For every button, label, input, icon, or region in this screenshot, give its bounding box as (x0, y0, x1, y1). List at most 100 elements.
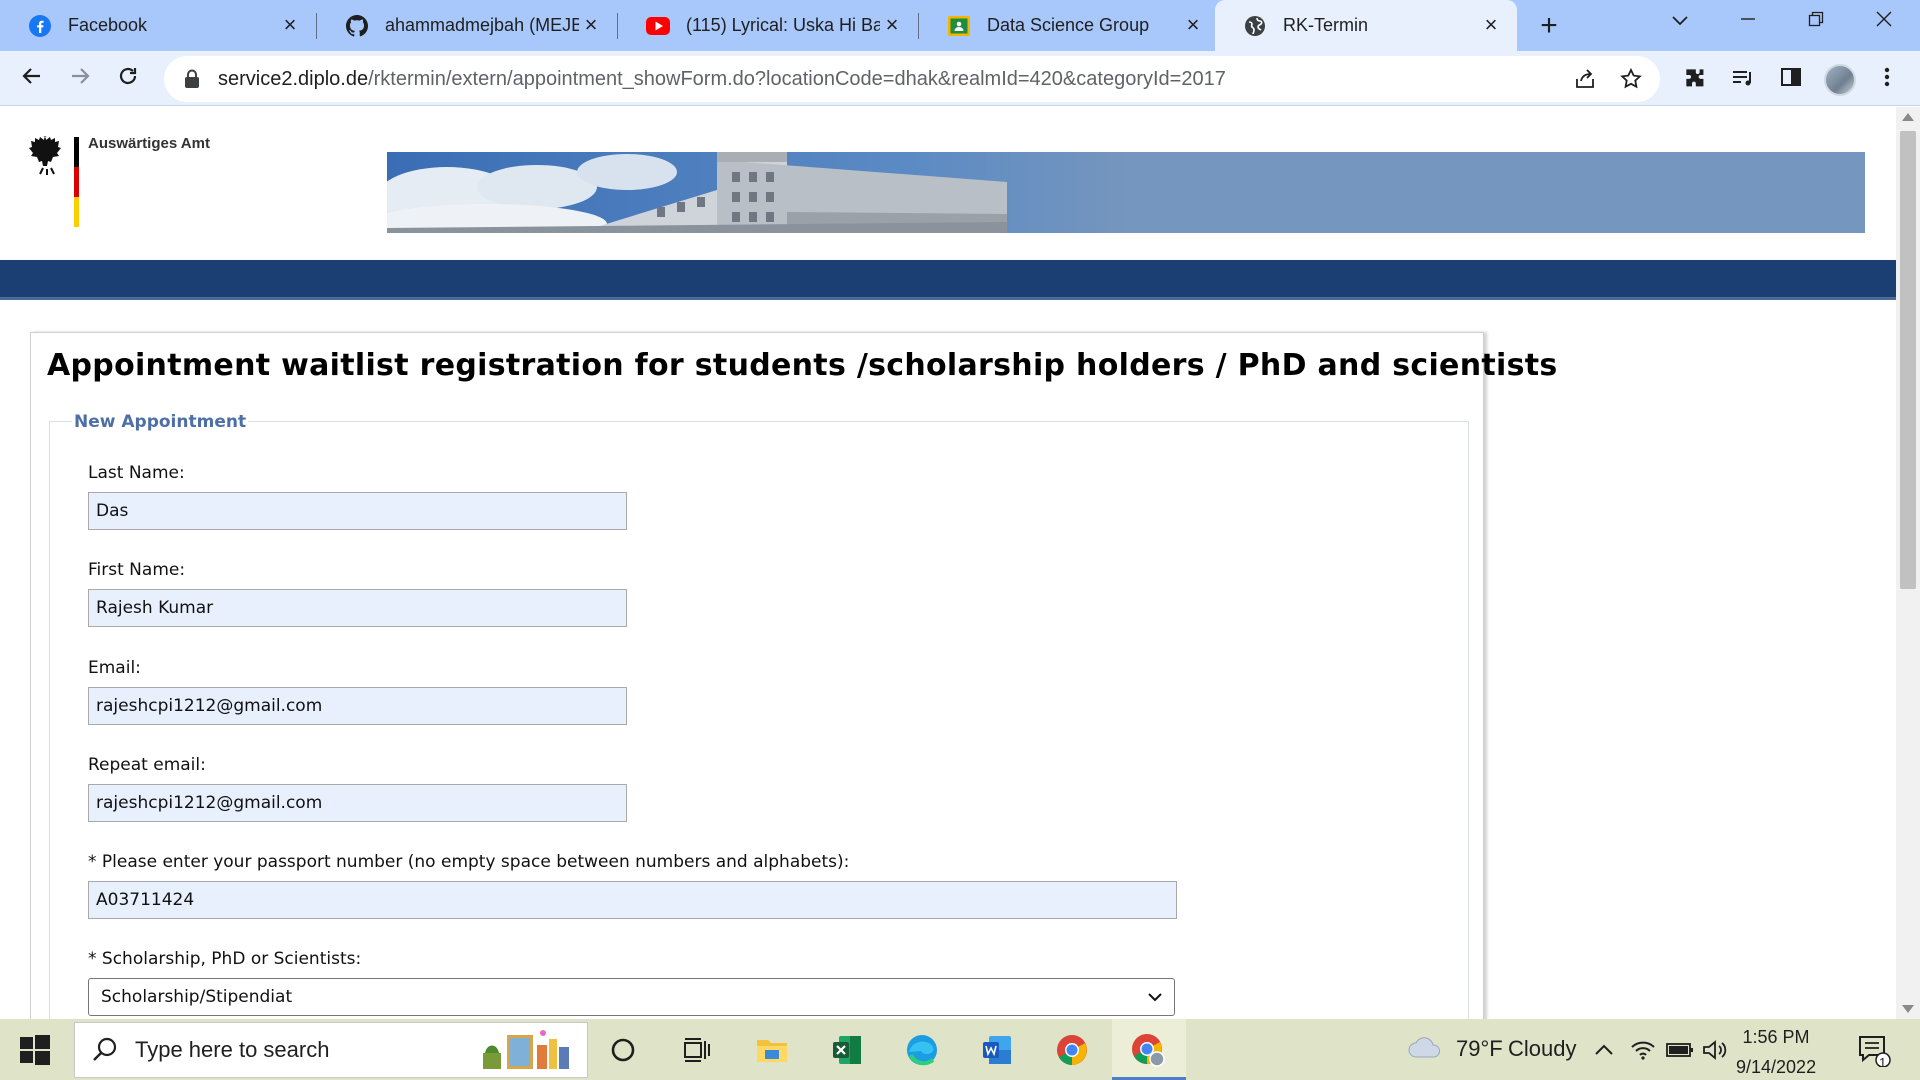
clock-date: 9/14/2022 (1736, 1057, 1817, 1077)
weather-temperature[interactable]: 79°F (1456, 1036, 1503, 1062)
url-text: service2.diplo.de/rktermin/extern/appoin… (218, 68, 1226, 91)
notification-count: 1 (1879, 1055, 1887, 1070)
scroll-thumb[interactable] (1900, 131, 1916, 589)
first-name-field[interactable]: Rajesh Kumar (88, 589, 627, 627)
form-container: Appointment waitlist registration for st… (30, 332, 1557, 1019)
eagle-logo-icon (29, 136, 61, 175)
more-menu-icon[interactable] (1872, 66, 1902, 96)
tab-data-science-group[interactable]: Data Science Group × (919, 0, 1219, 51)
cloud-weather-icon[interactable] (1404, 1027, 1446, 1069)
windows-taskbar: Type here to search 79°F Cloudy 1:56 PM … (0, 1019, 1920, 1080)
cortana-icon[interactable] (602, 1029, 644, 1071)
header-banner-image (387, 152, 1865, 233)
passport-number-value: A03711424 (96, 890, 195, 910)
passport-number-field[interactable]: A03711424 (88, 881, 1177, 919)
close-icon[interactable]: × (579, 13, 603, 38)
file-explorer-icon[interactable] (751, 1029, 793, 1071)
last-name-field[interactable]: Das (88, 492, 627, 530)
category-select[interactable]: Scholarship/Stipendiat (88, 978, 1175, 1016)
german-flag-bar (74, 137, 79, 227)
tab-rk-termin[interactable]: RK-Termin × (1215, 0, 1517, 51)
close-icon[interactable]: × (278, 13, 302, 38)
forward-button[interactable] (62, 61, 98, 97)
media-control-icon[interactable] (1728, 66, 1758, 96)
close-window-button[interactable] (1850, 0, 1918, 44)
tab-strip: Facebook × ahammadmejbah (MEJBAH × (115)… (0, 0, 1920, 51)
notification-center-icon[interactable]: 1 (1854, 1029, 1894, 1071)
speaker-icon[interactable] (1699, 1029, 1731, 1071)
category-select-value: Scholarship/Stipendiat (101, 987, 293, 1007)
tab-youtube[interactable]: (115) Lyrical: Uska Hi Bana × (618, 0, 918, 51)
task-view-icon[interactable] (676, 1029, 718, 1071)
bookmark-star-icon[interactable] (1618, 67, 1644, 93)
last-name-value: Das (96, 501, 129, 521)
reload-button[interactable] (110, 61, 146, 97)
new-tab-button[interactable]: + (1532, 10, 1566, 44)
chrome-icon[interactable] (1051, 1029, 1093, 1071)
close-icon[interactable]: × (1181, 13, 1205, 38)
url-host: service2.diplo.de (218, 67, 369, 90)
tab-title: RK-Termin (1283, 15, 1369, 35)
category-select-label: * Scholarship, PhD or Scientists: (88, 949, 362, 969)
scroll-down-arrow-icon[interactable] (1902, 1005, 1914, 1013)
weather-description[interactable]: Cloudy (1508, 1036, 1576, 1062)
site-header: Auswärtiges Amt (0, 107, 1896, 259)
tab-title: Data Science Group (987, 15, 1150, 35)
taskbar-search-box[interactable]: Type here to search (74, 1022, 588, 1078)
restore-button[interactable] (1782, 0, 1850, 44)
close-icon[interactable]: × (880, 13, 904, 38)
browser-toolbar: service2.diplo.de/rktermin/extern/appoin… (0, 51, 1920, 106)
search-highlight-illustration-icon (483, 1030, 569, 1069)
search-placeholder: Type here to search (135, 1037, 330, 1062)
word-icon[interactable] (976, 1029, 1018, 1071)
search-icon (93, 1037, 117, 1061)
share-icon[interactable] (1572, 67, 1598, 93)
facebook-icon (28, 14, 52, 38)
tab-facebook[interactable]: Facebook × (0, 0, 316, 51)
github-icon (345, 14, 369, 38)
extensions-icon[interactable] (1680, 66, 1710, 96)
profile-avatar[interactable] (1824, 64, 1856, 96)
battery-icon[interactable] (1664, 1029, 1696, 1071)
page-viewport: Auswärtiges Amt Appointment waitlist reg… (0, 107, 1896, 1019)
repeat-email-field[interactable]: rajeshcpi1212@gmail.com (88, 784, 627, 822)
email-value: rajeshcpi1212@gmail.com (96, 696, 323, 716)
chrome-profile-icon[interactable] (1127, 1029, 1169, 1071)
last-name-label: Last Name: (88, 463, 185, 483)
minimize-button[interactable] (1714, 0, 1782, 44)
page-scrollbar[interactable] (1896, 107, 1920, 1019)
tab-title: Facebook (68, 15, 148, 35)
side-panel-icon[interactable] (1776, 66, 1806, 96)
page-title: Appointment waitlist registration for st… (47, 348, 1558, 383)
clock-time: 1:56 PM (1742, 1027, 1810, 1047)
edge-icon[interactable] (901, 1029, 943, 1071)
wifi-icon[interactable] (1627, 1029, 1659, 1071)
tab-github[interactable]: ahammadmejbah (MEJBAH × (317, 0, 617, 51)
new-appointment-fieldset: New Appointment Last Name: Das First Nam… (49, 412, 1469, 1019)
chevron-up-icon[interactable] (1589, 1029, 1619, 1071)
tab-search-icon[interactable] (1646, 0, 1714, 44)
first-name-label: First Name: (88, 560, 186, 580)
youtube-icon (646, 14, 670, 38)
repeat-email-value: rajeshcpi1212@gmail.com (96, 793, 323, 813)
classroom-icon (947, 14, 971, 38)
tab-title: ahammadmejbah (MEJBAH (385, 15, 579, 35)
address-bar[interactable]: service2.diplo.de/rktermin/extern/appoin… (164, 56, 1660, 102)
fieldset-legend: New Appointment (72, 412, 249, 432)
first-name-value: Rajesh Kumar (96, 598, 214, 618)
repeat-email-label: Repeat email: (88, 755, 206, 775)
lock-icon[interactable] (180, 67, 204, 91)
passport-number-label: * Please enter your passport number (no … (88, 852, 850, 872)
excel-icon[interactable] (826, 1029, 868, 1071)
chevron-down-icon (1148, 993, 1162, 1002)
back-button[interactable] (14, 61, 50, 97)
windows-start-icon[interactable] (20, 1035, 50, 1065)
email-field[interactable]: rajeshcpi1212@gmail.com (88, 687, 627, 725)
globe-icon (1243, 14, 1267, 38)
close-icon[interactable]: × (1479, 13, 1503, 38)
nav-band (0, 260, 1896, 300)
system-clock[interactable]: 1:56 PM 9/14/2022 (1736, 1025, 1816, 1079)
scroll-up-arrow-icon[interactable] (1902, 113, 1914, 121)
tab-title: (115) Lyrical: Uska Hi Bana (686, 15, 880, 35)
email-label: Email: (88, 658, 141, 678)
